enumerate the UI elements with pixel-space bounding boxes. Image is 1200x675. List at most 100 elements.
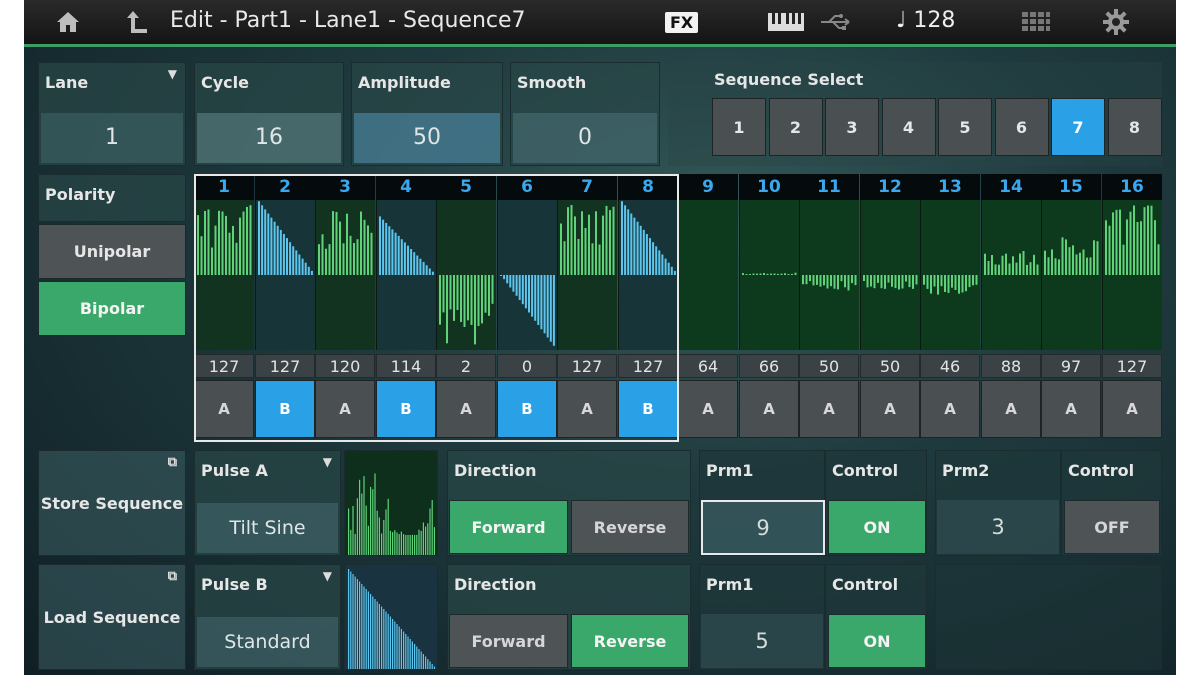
step-pulse-select[interactable]: A (739, 380, 799, 438)
step-pulse-select[interactable]: A (799, 380, 859, 438)
pulse-a-control2-toggle[interactable]: OFF (1064, 500, 1160, 554)
polarity-label: Polarity (45, 185, 116, 204)
step-value[interactable]: 46 (920, 354, 980, 378)
step-pulse-select[interactable]: A (557, 380, 617, 438)
step-bar[interactable] (497, 200, 557, 350)
pulse-a-forward-button[interactable]: Forward (449, 500, 568, 554)
step-bar[interactable] (1041, 200, 1101, 350)
step-pulse-select[interactable]: A (678, 380, 738, 438)
cycle-panel[interactable]: Cycle 16 (194, 62, 344, 166)
step-bar[interactable] (436, 200, 496, 350)
pulse-b-panel[interactable]: Pulse B ▼ Standard (194, 564, 341, 670)
step-bar[interactable] (557, 200, 617, 350)
cycle-value: 16 (255, 125, 283, 150)
sequence-button-6[interactable]: 6 (994, 98, 1049, 156)
pulse-b-prm1-value[interactable]: 5 (701, 614, 823, 668)
step-pulse-select[interactable]: A (981, 380, 1041, 438)
step-value[interactable]: 127 (194, 354, 254, 378)
motion-sequencer-screen: Edit - Part1 - Lane1 - Sequence7 FX ♩ 12… (24, 0, 1176, 675)
step-bar[interactable] (678, 200, 738, 350)
amplitude-value: 50 (413, 125, 441, 150)
store-sequence-label: Store Sequence (40, 493, 184, 513)
smooth-panel[interactable]: Smooth 0 (510, 62, 660, 166)
step-value[interactable]: 88 (981, 354, 1041, 378)
pulse-a-panel[interactable]: Pulse A ▼ Tilt Sine (194, 450, 341, 556)
step-waveform-graphic (984, 251, 1039, 275)
fx-badge[interactable]: FX (665, 6, 699, 38)
step-pulse-select[interactable]: A (315, 380, 375, 438)
amplitude-panel[interactable]: Amplitude 50 (351, 62, 503, 166)
step-value[interactable]: 127 (255, 354, 315, 378)
step-value[interactable]: 127 (557, 354, 617, 378)
lane-value-box[interactable]: 1 (41, 113, 183, 163)
step-value[interactable]: 127 (618, 354, 678, 378)
step-pulse-select[interactable]: B (255, 380, 315, 438)
store-sequence-button[interactable]: ⧉ Store Sequence (38, 450, 186, 556)
sequence-button-3[interactable]: 3 (825, 98, 879, 156)
step-value[interactable]: 66 (739, 354, 799, 378)
popup-icon: ⧉ (167, 569, 177, 584)
pulse-a-prm1-value[interactable]: 9 (701, 500, 825, 555)
step-bar[interactable] (860, 200, 920, 350)
step-pulse-select[interactable]: A (1102, 380, 1162, 438)
step-pulse-select[interactable]: A (194, 380, 254, 438)
smooth-value-box[interactable]: 0 (513, 113, 657, 163)
lane-panel[interactable]: Lane ▼ 1 (38, 62, 186, 166)
pulse-b-forward-button[interactable]: Forward (449, 614, 568, 668)
step-value[interactable]: 0 (497, 354, 557, 378)
pulse-b-control1-toggle[interactable]: ON (828, 614, 926, 668)
step-bar[interactable] (920, 200, 980, 350)
step-value[interactable]: 120 (315, 354, 375, 378)
step-pulse-select[interactable]: A (920, 380, 980, 438)
sequence-button-5[interactable]: 5 (938, 98, 992, 156)
pulse-b-waveform (344, 564, 438, 670)
sequence-button-8[interactable]: 8 (1107, 98, 1162, 156)
step-bar[interactable] (1102, 200, 1162, 350)
pulse-a-control1-toggle[interactable]: ON (828, 500, 926, 554)
cycle-value-box[interactable]: 16 (197, 113, 341, 163)
step-bar[interactable] (255, 200, 315, 350)
sequence-button-7[interactable]: 7 (1051, 98, 1105, 156)
step-waveform-graphic (1105, 205, 1160, 275)
load-sequence-button[interactable]: ⧉ Load Sequence (38, 564, 186, 670)
step-pulse-select[interactable]: A (1041, 380, 1101, 438)
step-bar[interactable] (376, 200, 436, 350)
pulse-a-value-box[interactable]: Tilt Sine (197, 503, 338, 553)
unipolar-button[interactable]: Unipolar (38, 224, 186, 279)
pulse-b-reverse-button[interactable]: Reverse (571, 614, 689, 668)
step-number: 8 (618, 174, 678, 200)
sequence-button-4[interactable]: 4 (881, 98, 936, 156)
sequence-button-2[interactable]: 2 (768, 98, 823, 156)
pulse-a-prm2-value[interactable]: 3 (937, 500, 1059, 554)
amplitude-value-box[interactable]: 50 (354, 113, 500, 163)
step-pulse-select[interactable]: B (618, 380, 678, 438)
home-icon[interactable] (52, 6, 84, 38)
step-bar[interactable] (799, 200, 859, 350)
step-pulse-select[interactable]: A (436, 380, 496, 438)
step-value[interactable]: 50 (860, 354, 920, 378)
step-bar[interactable] (618, 200, 678, 350)
step-pulse-select[interactable]: A (860, 380, 920, 438)
step-value[interactable]: 114 (376, 354, 436, 378)
step-value[interactable]: 97 (1041, 354, 1101, 378)
step-number: 16 (1102, 174, 1162, 200)
pulse-a-reverse-button[interactable]: Reverse (571, 500, 689, 554)
step-value[interactable]: 127 (1102, 354, 1162, 378)
step-pulse-select[interactable]: B (497, 380, 557, 438)
step-value[interactable]: 64 (678, 354, 738, 378)
step-number: 3 (315, 174, 375, 200)
step-bar[interactable] (315, 200, 375, 350)
back-icon[interactable] (122, 6, 152, 38)
step-bar[interactable] (194, 200, 254, 350)
sequence-button-1[interactable]: 1 (712, 98, 766, 156)
pulse-b-value-box[interactable]: Standard (197, 617, 338, 667)
grid-icon[interactable] (1018, 6, 1054, 38)
gear-icon[interactable] (1100, 6, 1132, 38)
step-number: 6 (497, 174, 557, 200)
step-bar[interactable] (981, 200, 1041, 350)
step-pulse-select[interactable]: B (376, 380, 436, 438)
bipolar-button[interactable]: Bipolar (38, 281, 186, 336)
step-value[interactable]: 50 (799, 354, 859, 378)
step-value[interactable]: 2 (436, 354, 496, 378)
step-bar[interactable] (739, 200, 799, 350)
